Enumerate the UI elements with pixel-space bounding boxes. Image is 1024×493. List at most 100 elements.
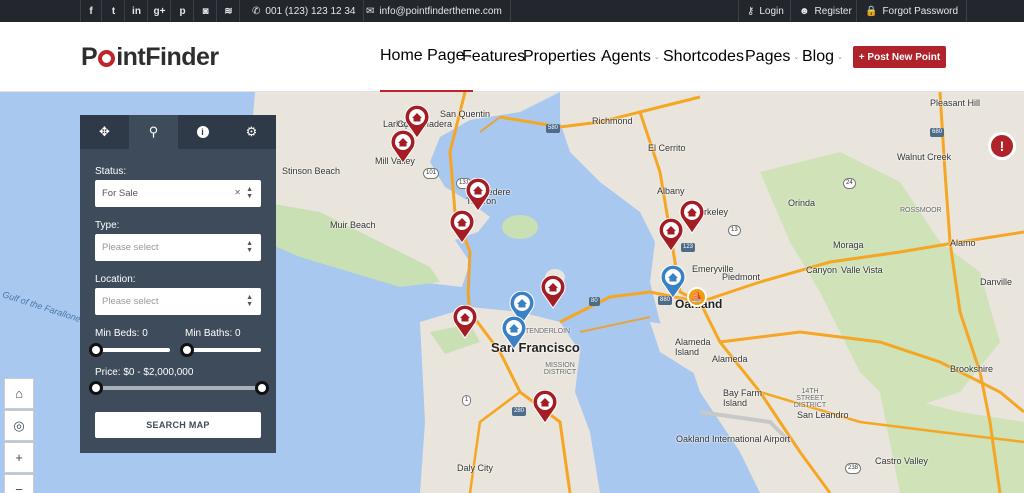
map-label: Canyon <box>806 265 838 275</box>
status-select[interactable]: For Sale ✕ ▲ ▼ <box>95 180 261 207</box>
facebook-icon[interactable]: f <box>80 0 102 22</box>
lock-icon: 🔒 <box>865 5 878 17</box>
info-icon: i <box>196 126 209 138</box>
linkedin-icon[interactable]: in <box>126 0 148 22</box>
home-icon: ⌂ <box>15 386 23 401</box>
map-label: Brookshire <box>950 364 994 374</box>
site-logo[interactable]: PintFinder <box>81 43 219 72</box>
register-link[interactable]: ☻ Register <box>790 0 860 22</box>
nav-item-home-page[interactable]: Home Page ⌄ <box>380 22 474 92</box>
map-zoom-in-button[interactable]: + <box>4 442 34 473</box>
rss-icon[interactable]: ≋ <box>218 0 240 22</box>
price-min-handle[interactable] <box>89 381 103 395</box>
type-label: Type: <box>95 220 120 231</box>
map-label: ROSSMOOR <box>900 207 942 214</box>
min-beds-label: Min Beds: 0 <box>95 328 148 339</box>
alert-marker[interactable]: ! <box>988 132 1016 160</box>
nav-item-label: Home Page <box>380 47 465 64</box>
map-label: Bay Farm Island <box>723 388 763 408</box>
nav-item-pages[interactable]: Pages ⌄ <box>745 22 799 92</box>
map-label: Richmond <box>592 116 633 126</box>
search-map-button[interactable]: SEARCH MAP <box>95 412 261 438</box>
instagram-icon[interactable]: ◙ <box>195 0 217 22</box>
highway-shield: 1 <box>462 395 472 406</box>
map-home-button[interactable]: ⌂ <box>4 378 34 409</box>
tab-settings[interactable]: ⚙ <box>227 115 276 149</box>
nav-item-features[interactable]: Features <box>462 22 525 92</box>
phone-contact: ✆ 001 (123) 123 12 34 <box>244 0 365 22</box>
map-label: Daly City <box>457 463 494 473</box>
map-label: Alameda Island <box>675 337 711 357</box>
panel-tabs: ✥ ⚲ i ⚙ <box>80 115 276 149</box>
site-header: PintFinder Home Page ⌄ Features Properties ⌄… <box>0 22 1024 92</box>
location-placeholder: Please select <box>102 296 159 307</box>
nav-item-label: Shortcodes <box>663 48 744 65</box>
property-marker[interactable] <box>465 177 491 212</box>
nav-item-label: Properties <box>523 48 596 65</box>
map-label: 14TH STREET DISTRICT <box>793 388 827 409</box>
property-marker[interactable] <box>501 315 527 350</box>
search-panel: ✥ ⚲ i ⚙ Status: For Sale ✕ ▲ ▼ Type: Plea… <box>80 115 276 453</box>
property-marker[interactable] <box>660 264 686 299</box>
key-icon: ⚷ <box>747 5 755 17</box>
login-label[interactable]: Login <box>759 6 783 17</box>
twitter-icon[interactable]: t <box>103 0 125 22</box>
add-user-icon: ☻ <box>799 5 810 17</box>
googleplus-icon[interactable]: g+ <box>149 0 171 22</box>
map-label: San Quentin <box>440 109 491 119</box>
min-beds-slider[interactable] <box>98 348 170 352</box>
map-label: Valle Vista <box>841 265 883 275</box>
clear-icon[interactable]: ✕ <box>234 188 241 197</box>
price-slider[interactable] <box>98 386 260 390</box>
nav-item-shortcodes[interactable]: Shortcodes ⌄ <box>663 22 753 92</box>
chevron-down-icon: ⌄ <box>653 54 660 61</box>
min-baths-label: Min Baths: 0 <box>185 328 241 339</box>
register-label[interactable]: Register <box>815 6 852 17</box>
map-label: Moraga <box>833 240 864 250</box>
nav-item-label: Blog <box>802 48 835 65</box>
map-zoom-out-button[interactable]: − <box>4 474 34 493</box>
logo-target-icon <box>98 50 116 67</box>
settings-icon: ⚙ <box>245 124 258 139</box>
zoom-in-icon: + <box>15 450 23 465</box>
property-marker[interactable] <box>658 217 684 252</box>
location-label: Location: <box>95 274 136 285</box>
property-marker[interactable] <box>449 209 475 244</box>
post-new-point-button[interactable]: + Post New Point <box>853 46 946 68</box>
select-arrows-icon: ▲ ▼ <box>246 240 253 254</box>
property-marker[interactable] <box>540 274 566 309</box>
pinterest-icon[interactable]: p <box>172 0 194 22</box>
location-select[interactable]: Please select ▲ ▼ <box>95 288 261 315</box>
nav-item-agents[interactable]: Agents ⌄ <box>601 22 660 92</box>
forgot-password-link[interactable]: 🔒 Forgot Password <box>856 0 968 22</box>
tab-search[interactable]: ⚲ <box>129 115 178 149</box>
envelope-icon: ✉ <box>366 5 375 17</box>
tab-move[interactable]: ✥ <box>80 115 129 149</box>
price-label: Price: $0 - $2,000,000 <box>95 367 194 378</box>
login-link[interactable]: ⚷ Login <box>738 0 792 22</box>
map-label: Walnut Creek <box>897 152 952 162</box>
tab-info[interactable]: i <box>178 115 227 149</box>
nav-item-properties[interactable]: Properties ⌄ <box>523 22 605 92</box>
property-marker[interactable] <box>532 389 558 424</box>
min-baths-slider[interactable] <box>188 348 261 352</box>
locate-icon: ◎ <box>13 417 25 433</box>
highway-shield: 101 <box>423 168 440 179</box>
nav-item-blog[interactable]: Blog ⌄ <box>802 22 843 92</box>
min-beds-handle[interactable] <box>89 343 103 357</box>
email-address[interactable]: info@pointfindertheme.com <box>379 6 501 17</box>
price-max-handle[interactable] <box>255 381 269 395</box>
property-marker[interactable] <box>390 129 416 164</box>
min-baths-handle[interactable] <box>180 343 194 357</box>
map-label: Pleasant Hill <box>930 98 981 108</box>
boat-marker-icon[interactable]: ⛵ <box>687 287 707 307</box>
house-pin-icon <box>501 315 527 350</box>
map-label: Stinson Beach <box>282 166 341 176</box>
property-marker[interactable] <box>452 304 478 339</box>
forgot-password-label[interactable]: Forgot Password <box>882 6 958 17</box>
map-label: Castro Valley <box>875 456 928 466</box>
zoom-icon: ⚲ <box>148 124 159 139</box>
type-select[interactable]: Please select ▲ ▼ <box>95 234 261 261</box>
map-locate-button[interactable]: ◎ <box>4 410 34 441</box>
email-contact[interactable]: ✉ info@pointfindertheme.com <box>358 0 511 22</box>
